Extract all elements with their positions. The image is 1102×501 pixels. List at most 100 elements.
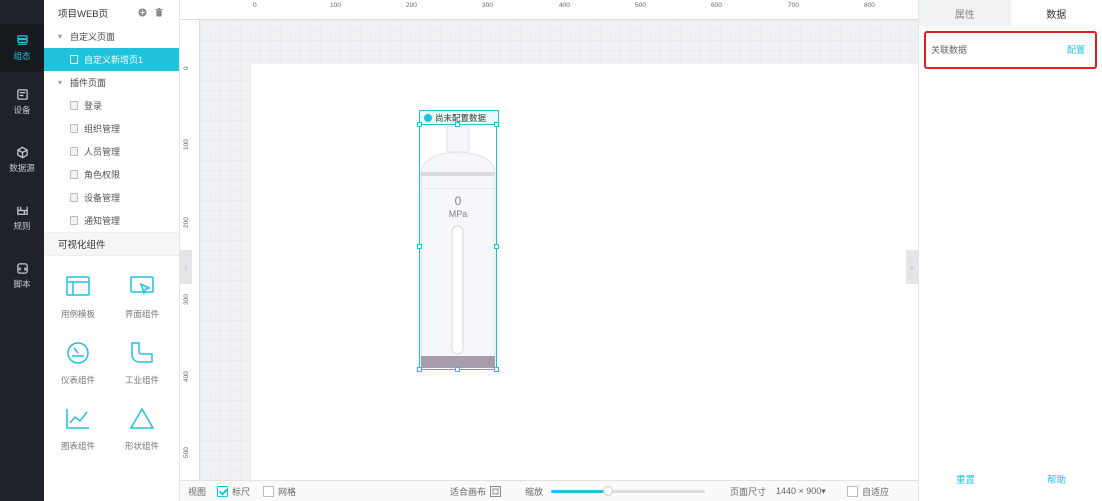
ruler-toggle[interactable]: 标尺 — [217, 485, 250, 498]
component-label: 形状组件 — [124, 441, 159, 451]
page-tree-panel: 项目WEB页 ▾ 自定义页面 自定义新增页1 ▾ 插件页面 登录 组织管理 人员… — [44, 0, 180, 501]
ruler-tick-label: 300 — [183, 294, 190, 305]
section-label: 可视化组件 — [58, 240, 106, 251]
rail-item-rules[interactable]: 规则 — [0, 194, 44, 242]
tree-group-custom[interactable]: ▾ 自定义页面 — [44, 25, 179, 48]
rail-label: 脚本 — [13, 279, 31, 289]
tree-item-login[interactable]: 登录 — [44, 94, 179, 117]
page-icon — [70, 170, 78, 179]
related-data-section: 关联数据 配置 — [924, 31, 1097, 69]
tree-item-custom-page-1[interactable]: 自定义新增页1 — [44, 48, 179, 71]
rail-label: 数据源 — [9, 163, 35, 173]
fit-screen-icon — [490, 486, 502, 497]
tree-item-label: 组织管理 — [84, 124, 121, 134]
ruler-tick-label: 500 — [635, 2, 646, 9]
tree-item-label: 登录 — [84, 101, 103, 111]
zoom-slider[interactable] — [551, 486, 705, 496]
fit-canvas-label: 适合画布 — [450, 487, 487, 497]
trash-icon[interactable] — [155, 8, 163, 17]
tree-item-people[interactable]: 人员管理 — [44, 140, 179, 163]
ruler-tick-label: 400 — [183, 371, 190, 382]
tree-group-plugin[interactable]: ▾ 插件页面 — [44, 71, 179, 94]
grid-checkbox[interactable] — [263, 486, 274, 497]
line-chart-icon — [66, 409, 89, 429]
resize-handle[interactable] — [494, 122, 499, 127]
auto-fit-toggle[interactable]: 自适应 — [847, 485, 889, 498]
fit-canvas-button[interactable]: 适合画布 — [450, 485, 502, 498]
tab-data[interactable]: 数据 — [1010, 0, 1102, 26]
chevron-right-icon: › — [910, 262, 914, 272]
inspector-panel: 属性 数据 关联数据 配置 重置 帮助 — [918, 0, 1102, 501]
tree-item-label: 自定义新增页1 — [84, 55, 144, 65]
view-label: 视图 — [188, 485, 206, 498]
inspector-tabs: 属性 数据 — [919, 0, 1102, 26]
component-label: 用例模板 — [60, 309, 95, 319]
ruler-tick-label: 0 — [253, 2, 257, 9]
rail-label: 组态 — [13, 51, 31, 61]
component-ui[interactable]: 界面组件 — [112, 274, 172, 334]
rail-label: 规则 — [13, 221, 31, 231]
resize-handle[interactable] — [417, 367, 422, 372]
rail-item-device[interactable]: 设备 — [0, 78, 44, 126]
resize-handle[interactable] — [455, 122, 460, 127]
ruler-tick-label: 100 — [183, 139, 190, 150]
bottom-toolbar: 视图 标尺 网格 适合画布 缩放 页面尺寸 1440 × 900▾ 自适应 — [180, 480, 918, 501]
tree-item-org[interactable]: 组织管理 — [44, 117, 179, 140]
collapse-right-tab[interactable]: › — [906, 250, 918, 284]
ruler-toggle-label: 标尺 — [232, 487, 251, 497]
design-page[interactable] — [251, 64, 918, 480]
nav-rail: 组态 设备 数据源 规则 脚本 — [0, 0, 44, 501]
tree-item-roles[interactable]: 角色权限 — [44, 163, 179, 186]
collapse-left-tab[interactable]: ‹ — [180, 250, 192, 284]
component-label: 界面组件 — [124, 309, 159, 319]
gauge-icon — [67, 342, 89, 364]
page-icon — [70, 55, 78, 64]
rail-item-datasource[interactable]: 数据源 — [0, 136, 44, 184]
ruler-tick-label: 100 — [330, 2, 341, 9]
page-icon — [70, 216, 78, 225]
add-icon[interactable] — [138, 8, 147, 17]
ruler-checkbox[interactable] — [217, 486, 228, 497]
ruler-tick-label: 400 — [559, 2, 570, 9]
configure-link[interactable]: 配置 — [1067, 43, 1085, 56]
tab-properties[interactable]: 属性 — [919, 0, 1011, 26]
device-icon — [16, 89, 28, 100]
component-industrial[interactable]: 工业组件 — [112, 340, 172, 400]
zoom-slider-thumb[interactable] — [603, 486, 613, 496]
component-chart[interactable]: 图表组件 — [48, 406, 108, 466]
resize-handle[interactable] — [417, 244, 422, 249]
ruler-top: 0 100 200 300 400 500 600 700 800 — [180, 0, 918, 20]
component-template[interactable]: 用例模板 — [48, 274, 108, 334]
grid-toggle[interactable]: 网格 — [263, 485, 296, 498]
cursor-window-icon — [130, 276, 154, 296]
triangle-icon — [129, 407, 155, 429]
related-data-label: 关联数据 — [931, 45, 968, 55]
resize-handle[interactable] — [417, 122, 422, 127]
canvas-area[interactable]: 0 100 200 300 400 500 600 700 800 0 100 … — [180, 0, 918, 480]
project-header: 项目WEB页 — [44, 0, 179, 25]
help-button[interactable]: 帮助 — [1047, 472, 1066, 486]
resize-handle[interactable] — [494, 367, 499, 372]
rail-label: 设备 — [13, 105, 31, 115]
component-shape[interactable]: 形状组件 — [112, 406, 172, 466]
resize-handle[interactable] — [494, 244, 499, 249]
component-gauge[interactable]: 仪表组件 — [48, 340, 108, 400]
rail-item-zutai[interactable]: 组态 — [0, 24, 44, 72]
page-size-select[interactable]: 1440 × 900▾ — [776, 486, 826, 497]
component-label: 仪表组件 — [60, 375, 95, 385]
ruler-tick-label: 200 — [406, 2, 417, 9]
tree-item-label: 通知管理 — [84, 216, 121, 226]
ruler-tick-label: 300 — [482, 2, 493, 9]
auto-fit-checkbox[interactable] — [847, 486, 858, 497]
tree-item-devices[interactable]: 设备管理 — [44, 186, 179, 209]
reset-button[interactable]: 重置 — [956, 472, 975, 486]
rail-item-script[interactable]: 脚本 — [0, 252, 44, 300]
tree-item-notify[interactable]: 通知管理 — [44, 209, 179, 232]
ruler-tick-label: 800 — [864, 2, 875, 9]
ruler-tick-label: 0 — [183, 66, 190, 70]
page-size[interactable]: 页面尺寸 1440 × 900▾ — [730, 485, 826, 498]
resize-handle[interactable] — [455, 367, 460, 372]
page-icon — [70, 193, 78, 202]
zoom-label: 缩放 — [525, 485, 543, 498]
tab-label: 属性 — [954, 9, 975, 21]
